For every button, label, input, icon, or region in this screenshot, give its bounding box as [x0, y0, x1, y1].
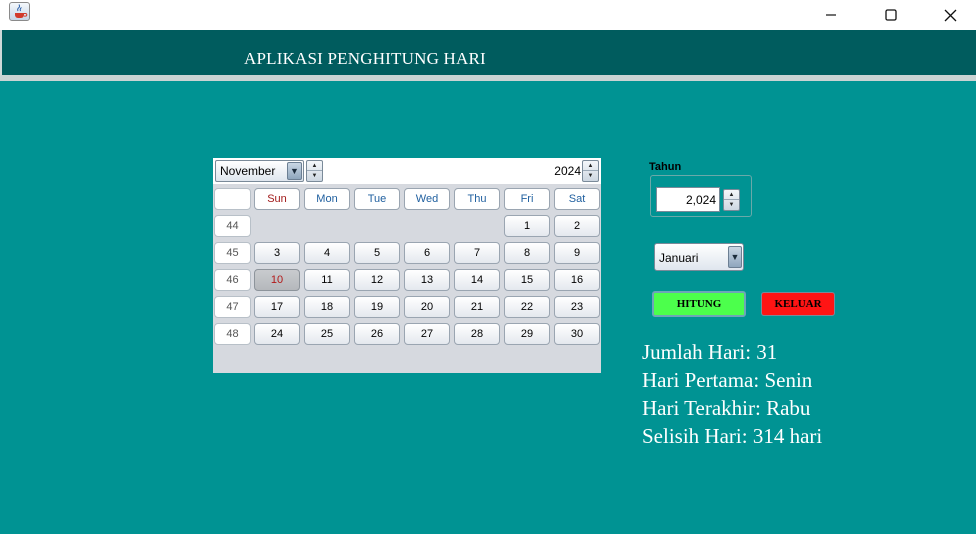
day-button[interactable]: 24 [254, 323, 300, 345]
day-button[interactable]: 2 [554, 215, 600, 237]
day-button[interactable]: 7 [454, 242, 500, 264]
week-number: 48 [214, 323, 251, 345]
hitung-button[interactable]: HITUNG [652, 291, 746, 317]
day-name-thu: Thu [454, 188, 500, 210]
day-button[interactable]: 4 [304, 242, 350, 264]
page-title: APLIKASI PENGHITUNG HARI [244, 49, 486, 68]
day-button[interactable]: 25 [304, 323, 350, 345]
day-button[interactable]: 15 [504, 269, 550, 291]
day-button[interactable]: 30 [554, 323, 600, 345]
day-button[interactable]: 21 [454, 296, 500, 318]
minimize-button[interactable] [808, 0, 854, 30]
main-panel: APLIKASI PENGHITUNG HARI November ▼ ▲ ▼ … [0, 30, 976, 534]
day-button[interactable]: 17 [254, 296, 300, 318]
day-button[interactable]: 3 [254, 242, 300, 264]
spinner-down-icon[interactable]: ▼ [307, 171, 322, 181]
day-button[interactable]: 13 [404, 269, 450, 291]
header-separator [0, 75, 976, 81]
week-number: 45 [214, 242, 251, 264]
month-dropdown[interactable]: November ▼ [215, 160, 304, 182]
day-button[interactable]: 16 [554, 269, 600, 291]
day-button[interactable]: 11 [304, 269, 350, 291]
bulan-dropdown[interactable]: Januari ▼ [654, 243, 744, 271]
java-app-icon[interactable] [9, 2, 30, 21]
bulan-value: Januari [659, 251, 699, 265]
year-spinner[interactable]: ▲ ▼ [582, 160, 599, 182]
day-button[interactable]: 9 [554, 242, 600, 264]
maximize-icon [885, 9, 897, 21]
month-spinner[interactable]: ▲ ▼ [306, 160, 323, 182]
minimize-icon [826, 14, 836, 16]
spinner-up-icon[interactable]: ▲ [307, 161, 322, 171]
calendar-widget: November ▼ ▲ ▼ 2024 ▲ ▼ Sun Mon Tue Wed Thu F… [213, 158, 601, 373]
day-name-tue: Tue [354, 188, 400, 210]
day-button[interactable]: 26 [354, 323, 400, 345]
result-selisih-hari: Selisih Hari: 314 hari [642, 424, 823, 448]
week-number: 44 [214, 215, 251, 237]
close-icon [944, 9, 956, 21]
day-button[interactable]: 27 [404, 323, 450, 345]
spinner-down-icon[interactable]: ▼ [583, 171, 598, 181]
year-value[interactable]: 2024 [533, 164, 581, 178]
day-button[interactable]: 6 [404, 242, 450, 264]
day-button[interactable]: 18 [304, 296, 350, 318]
day-button[interactable]: 22 [504, 296, 550, 318]
month-value: November [220, 164, 276, 178]
calendar-navigation: November ▼ ▲ ▼ 2024 ▲ ▼ [213, 158, 601, 184]
day-button[interactable]: 19 [354, 296, 400, 318]
tahun-input[interactable]: 2,024 [656, 187, 720, 212]
day-button[interactable]: 29 [504, 323, 550, 345]
week-number: 47 [214, 296, 251, 318]
result-jumlah-hari: Jumlah Hari: 31 [642, 340, 778, 364]
week-number: 46 [214, 269, 251, 291]
chevron-down-icon: ▼ [728, 246, 742, 268]
day-button[interactable]: 23 [554, 296, 600, 318]
day-button[interactable]: 14 [454, 269, 500, 291]
spinner-down-icon[interactable]: ▼ [724, 200, 739, 210]
day-name-wed: Wed [404, 188, 450, 210]
result-hari-terakhir: Hari Terakhir: Rabu [642, 396, 811, 420]
day-name-sun: Sun [254, 188, 300, 210]
selected-day-button[interactable]: 10 [254, 269, 300, 291]
day-name-mon: Mon [304, 188, 350, 210]
window-titlebar [0, 0, 976, 30]
maximize-button[interactable] [868, 0, 914, 30]
tahun-label: Tahun [649, 161, 682, 173]
tahun-spinner[interactable]: ▲ ▼ [723, 189, 740, 211]
day-name-sat: Sat [554, 188, 600, 210]
day-button[interactable]: 28 [454, 323, 500, 345]
result-hari-pertama: Hari Pertama: Senin [642, 368, 813, 392]
week-header-cell [214, 188, 251, 210]
day-button[interactable]: 12 [354, 269, 400, 291]
chevron-down-icon: ▼ [287, 162, 302, 180]
close-button[interactable] [927, 0, 973, 30]
day-button[interactable]: 5 [354, 242, 400, 264]
header-bar: APLIKASI PENGHITUNG HARI [0, 30, 976, 75]
day-button[interactable]: 8 [504, 242, 550, 264]
spinner-up-icon[interactable]: ▲ [583, 161, 598, 171]
day-name-fri: Fri [504, 188, 550, 210]
keluar-button[interactable]: KELUAR [761, 292, 835, 316]
day-button[interactable]: 20 [404, 296, 450, 318]
spinner-up-icon[interactable]: ▲ [724, 190, 739, 200]
day-button[interactable]: 1 [504, 215, 550, 237]
